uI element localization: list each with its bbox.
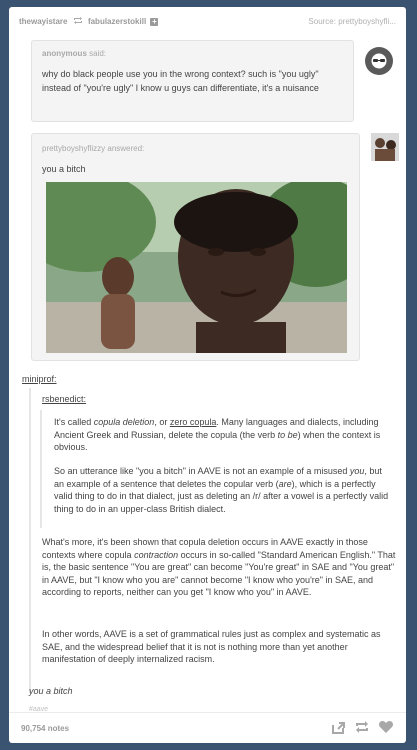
ask-avatar-icon xyxy=(365,47,393,75)
like-icon[interactable] xyxy=(378,719,394,735)
ask-bubble: anonymous said: why do black people use … xyxy=(31,40,354,122)
answerer-name[interactable]: prettyboyshyflizzy xyxy=(42,144,105,153)
source-link[interactable]: Source: prettyboyshyfli... xyxy=(308,17,396,26)
inner-quote: It's called copula deletion, or zero cop… xyxy=(40,410,406,528)
answer-photo xyxy=(46,182,347,353)
paragraph-3: What's more, it's been shown that copula… xyxy=(42,537,396,597)
tumblr-post: thewayistare fabulazerstokill + Source: … xyxy=(9,7,406,743)
share-icon[interactable] xyxy=(330,719,346,735)
post-actions xyxy=(330,719,394,735)
reblogger-link[interactable]: thewayistare xyxy=(19,17,67,26)
post-footer: 90,754 notes xyxy=(9,712,406,743)
asker-name: anonymous xyxy=(42,49,87,58)
asker-suffix: said: xyxy=(86,49,107,58)
reblog-user-1[interactable]: miniprof: xyxy=(22,374,57,384)
reblogged-from-link[interactable]: fabulazerstokill xyxy=(88,17,146,26)
paragraph-4: In other words, AAVE is a set of grammat… xyxy=(42,629,381,664)
answer-bubble: prettyboyshyflizzy answered: you a bitch xyxy=(31,133,360,361)
reblog-user-2[interactable]: rsbenedict: xyxy=(42,394,86,404)
answerer-line: prettyboyshyflizzy answered: xyxy=(42,144,144,153)
notes-count[interactable]: 90,754 notes xyxy=(21,724,69,733)
zero-copula-link[interactable]: zero copula xyxy=(170,417,217,427)
plus-icon[interactable]: + xyxy=(150,18,159,26)
answerer-suffix: answered: xyxy=(105,144,145,153)
reblog-action-icon[interactable] xyxy=(354,719,370,735)
ask-question: why do black people use you in the wrong… xyxy=(42,69,319,93)
final-comment: you a bitch xyxy=(29,686,73,696)
asker-line: anonymous said: xyxy=(42,49,106,58)
paragraph-2: So an utterance like "you a bitch" in AA… xyxy=(54,466,389,514)
answerer-avatar[interactable] xyxy=(371,133,399,161)
answer-text: you a bitch xyxy=(42,164,86,174)
reblog-trail: thewayistare fabulazerstokill + xyxy=(19,17,159,26)
reblog-icon xyxy=(73,17,83,26)
paragraph-1: It's called copula deletion, or zero cop… xyxy=(54,417,381,452)
post-header: thewayistare fabulazerstokill + Source: … xyxy=(19,15,396,31)
reblog-quote: rsbenedict: It's called copula deletion,… xyxy=(29,388,396,693)
